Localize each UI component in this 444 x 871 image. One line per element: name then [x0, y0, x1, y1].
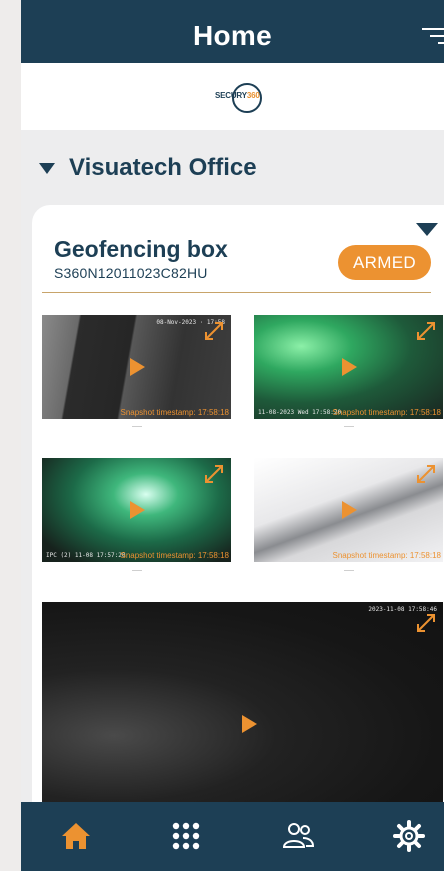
camera-thumbnail[interactable]: 11-08-2023 Wed 17:58:20 Snapshot timesta… [254, 315, 443, 419]
device-serial: S360N12011023C82HU [54, 265, 208, 281]
caret-down-icon[interactable] [39, 162, 55, 174]
camera-thumbnail[interactable]: Snapshot timestamp: 17:58:18 [254, 458, 443, 562]
play-icon[interactable] [341, 358, 357, 376]
app-screen: Home SECURY360 Visuatech Office Geofenci… [21, 0, 444, 871]
thumbnail-indicator [132, 426, 142, 427]
expand-icon[interactable] [203, 320, 225, 342]
camera-osd-bottom: 11-08-2023 Wed 17:58:20 [258, 409, 342, 416]
users-icon[interactable] [281, 819, 315, 853]
page-title: Home [193, 20, 272, 51]
thumbnail-indicator [132, 570, 142, 571]
status-badge[interactable]: ARMED [338, 245, 431, 280]
device-card: Geofencing box S360N12011023C82HU ARMED … [32, 205, 444, 845]
logo-bar: SECURY360 [21, 63, 444, 130]
secury360-logo: SECURY360 [214, 82, 268, 114]
play-icon[interactable] [241, 714, 257, 733]
snapshot-timestamp: Snapshot timestamp: 17:58:18 [120, 551, 229, 560]
filter-icon[interactable] [422, 28, 444, 46]
expand-icon[interactable] [203, 463, 225, 485]
thumbnail-indicator [344, 426, 354, 427]
play-icon[interactable] [129, 501, 145, 519]
device-name: Geofencing box [54, 236, 228, 262]
camera-thumbnail[interactable]: 08-Nov-2023 · 17:58 Snapshot timestamp: … [42, 315, 231, 419]
home-icon[interactable] [59, 819, 93, 853]
gear-icon[interactable] [392, 819, 426, 853]
camera-thumbnail[interactable]: IPC (2) 11-08 17:57:20 Snapshot timestam… [42, 458, 231, 562]
expand-icon[interactable] [415, 463, 437, 485]
snapshot-timestamp: Snapshot timestamp: 17:58:18 [332, 551, 441, 560]
snapshot-timestamp: Snapshot timestamp: 17:58:18 [332, 408, 441, 417]
camera-osd-bottom: IPC (2) 11-08 17:57:20 [46, 552, 126, 559]
expand-icon[interactable] [415, 612, 437, 634]
play-icon[interactable] [129, 358, 145, 376]
snapshot-timestamp: Snapshot timestamp: 17:58:18 [120, 408, 229, 417]
expand-icon[interactable] [415, 320, 437, 342]
divider [42, 292, 431, 293]
group-header[interactable]: Visuatech Office [39, 152, 257, 184]
thumbnail-indicator [344, 570, 354, 571]
logo-word: SECURY360 [215, 91, 260, 100]
grid-icon[interactable] [169, 819, 203, 853]
app-header: Home [21, 0, 444, 63]
bottom-nav [21, 802, 444, 871]
play-icon[interactable] [341, 501, 357, 519]
group-name: Visuatech Office [69, 154, 257, 181]
collapse-caret-icon[interactable] [416, 223, 438, 236]
